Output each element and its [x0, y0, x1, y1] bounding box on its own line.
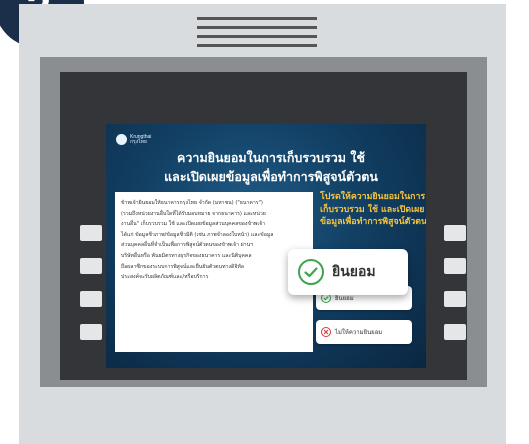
- consent-title-line-2: และเปิดเผยข้อมูลเพื่อทำการพิสูจน์ตัวตน: [164, 169, 378, 184]
- card-slot-line: [197, 35, 317, 38]
- consent-line: งานอื่น" เก็บรวบรวม ใช้ และเปิดเผยข้อมูล…: [121, 221, 266, 228]
- left-side-key-3[interactable]: [80, 291, 102, 307]
- consent-line: ข้าพเจ้ายินยอมให้ธนาคารกรุงไทย จำกัด (มห…: [121, 200, 263, 206]
- right-side-key-3[interactable]: [444, 291, 466, 307]
- consent-document: ข้าพเจ้ายินยอมให้ธนาคารกรุงไทย จำกัด (มห…: [115, 192, 313, 352]
- consent-title: ความยินยอมในการเก็บรวบรวม ใช้ และเปิดเผย…: [146, 148, 396, 186]
- right-side-key-4[interactable]: [444, 324, 466, 340]
- left-side-key-2[interactable]: [80, 258, 102, 274]
- consent-line: ถือผลาซึกของระบบการพิสูจน์และยืนยันตัวตน…: [121, 263, 244, 270]
- decline-label: ไม่ให้ความยินยอม: [335, 329, 383, 336]
- consent-line: ประสงค์จะรับผลิตภัณฑ์และ/หรือบริการ: [121, 274, 209, 281]
- logo-sub: กรุงไทย: [130, 138, 147, 145]
- check-circle-icon: [298, 259, 324, 285]
- card-slot-line: [197, 44, 317, 47]
- consent-prompt: โปรดให้ความยินยอมในการเก็บรวบรวม ใช้ และ…: [320, 192, 426, 227]
- consent-line: ส่วนบุคคลอื่นที่จำเป็นเพื่อการพิสูจน์ตัว…: [121, 242, 254, 249]
- x-circle-icon: [321, 327, 331, 337]
- krungthai-logo-icon: [116, 134, 127, 145]
- right-side-key-1[interactable]: [444, 225, 466, 241]
- consent-line: (รวมถึงหน่วยงานอื่นใดที่ได้รับมอบหมาย จา…: [121, 210, 266, 217]
- left-side-key-1[interactable]: [80, 225, 102, 241]
- accept-highlight-label: ยินยอม: [332, 264, 376, 280]
- bank-logo: Krungthai กรุงไทย: [116, 134, 151, 145]
- left-side-key-4[interactable]: [80, 324, 102, 340]
- accept-button-highlight[interactable]: ยินยอม: [288, 249, 408, 295]
- card-slot-line: [197, 17, 317, 20]
- atm-screen: Krungthai กรุงไทย ความยินยอมในการเก็บรวบ…: [106, 124, 426, 368]
- decline-button[interactable]: ไม่ให้ความยินยอม: [316, 320, 412, 344]
- card-slot-line: [197, 26, 317, 29]
- consent-line: บริษัทอื่นหรือ พันธมิตรทางธุรกิจของธนาคา…: [121, 252, 252, 259]
- consent-line: ได้แก่ ข้อมูลชีวภาพ/ข้อมูลชีวมิติ (เช่น …: [121, 231, 274, 238]
- right-side-key-2[interactable]: [444, 258, 466, 274]
- consent-title-line-1: ความยินยอมในการเก็บรวบรวม ใช้: [177, 150, 365, 165]
